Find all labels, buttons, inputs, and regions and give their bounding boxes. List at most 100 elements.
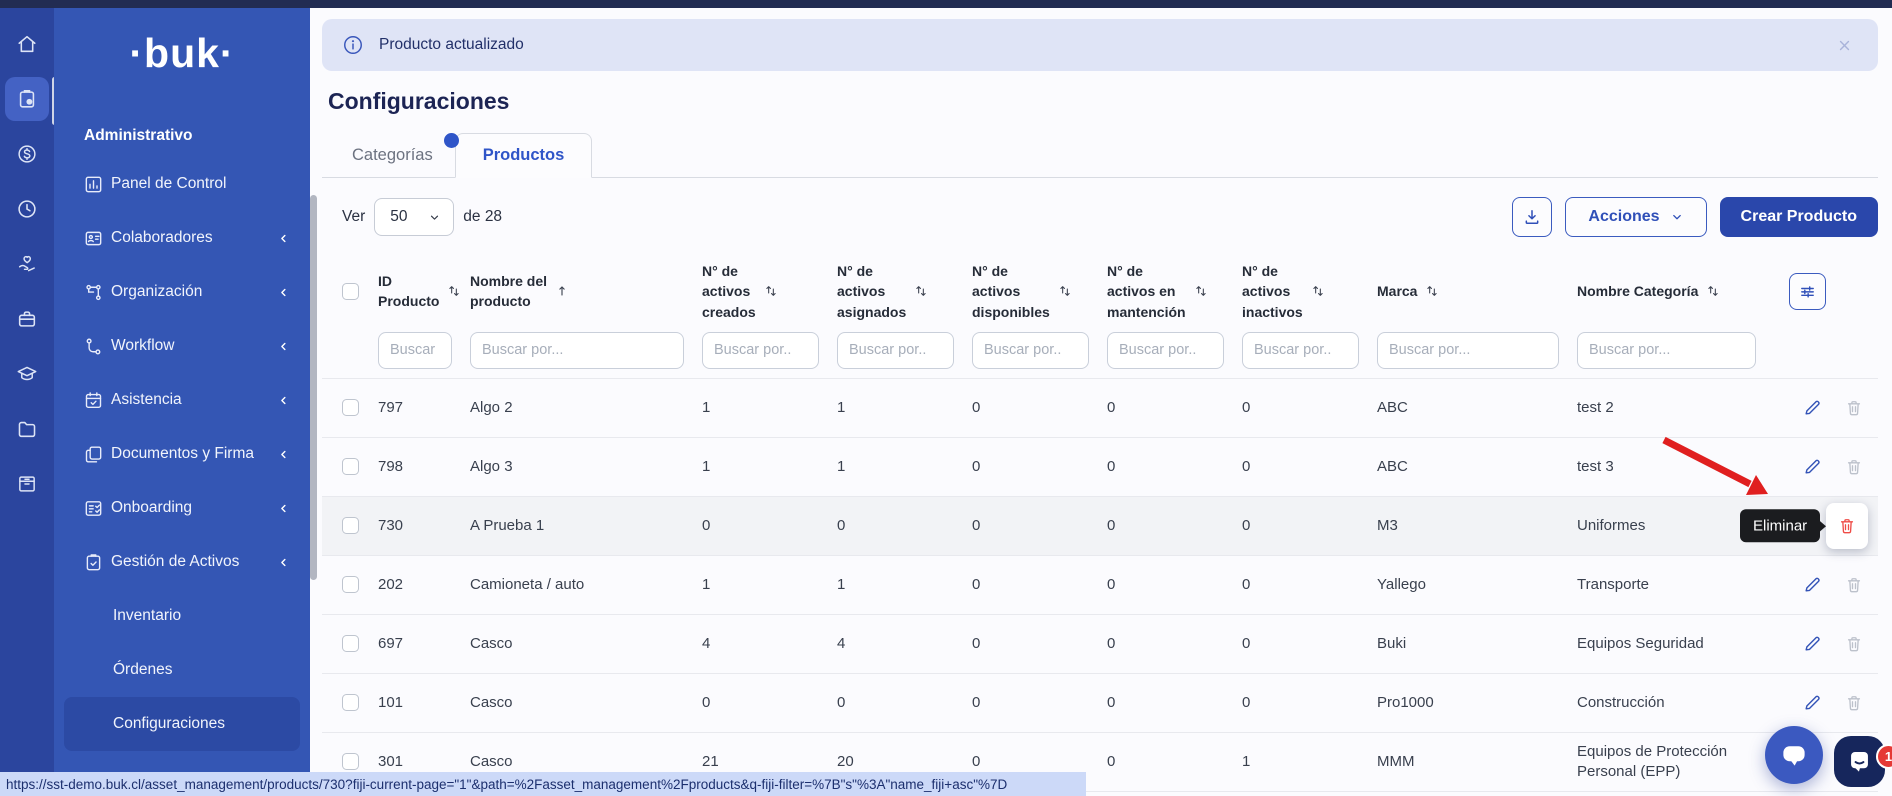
column-header[interactable]: N° de activos disponibles (972, 261, 1107, 322)
chat-launcher-button[interactable] (1765, 726, 1823, 784)
rail-item-clipboard-clock[interactable] (5, 77, 49, 121)
sidebar-item-colaboradores[interactable]: Colaboradores (54, 211, 310, 265)
select-all-checkbox[interactable] (342, 283, 359, 300)
rail-item-home[interactable] (5, 22, 49, 66)
column-filter (378, 332, 470, 369)
rail-item-clock[interactable] (5, 187, 49, 231)
column-search-input[interactable] (470, 332, 684, 369)
sidebar-item-panel-de-control[interactable]: Panel de Control (54, 157, 310, 211)
delete-icon[interactable] (1844, 398, 1864, 418)
page-title: Configuraciones (328, 88, 1878, 115)
row-checkbox[interactable] (342, 458, 359, 475)
column-header[interactable]: ID Producto (378, 271, 470, 312)
close-icon[interactable] (1835, 36, 1854, 55)
pencil-icon[interactable] (1802, 575, 1822, 595)
sidebar-item-organizacion[interactable]: Organización (54, 265, 310, 319)
tab-categorias[interactable]: Categorías (330, 134, 455, 177)
sidebar: ·buk· Administrativo Panel de Control Co… (54, 8, 310, 796)
header-actions-cell (1774, 273, 1878, 310)
table-row[interactable]: 798Algo 311000ABCtest 3 (322, 438, 1878, 497)
row-checkbox[interactable] (342, 753, 359, 770)
column-search-input[interactable] (837, 332, 954, 369)
rail-item-folder[interactable] (5, 407, 49, 451)
column-header[interactable]: N° de activos en mantención (1107, 261, 1242, 322)
sort-both-icon[interactable] (1424, 283, 1440, 299)
row-checkbox[interactable] (342, 576, 359, 593)
tab-productos[interactable]: Productos (455, 133, 593, 178)
table-cell: 0 (837, 693, 972, 713)
rail-item-dollar[interactable] (5, 132, 49, 176)
table-cell: A Prueba 1 (470, 516, 702, 536)
sidebar-item-asistencia[interactable]: Asistencia (54, 373, 310, 427)
table-cell: 202 (378, 575, 470, 595)
table-cell: 1 (1242, 752, 1377, 772)
table-cell: 101 (378, 693, 470, 713)
table-row[interactable]: 697Casco44000BukiEquipos Seguridad (322, 615, 1878, 674)
sidebar-section-label: Administrativo (84, 127, 310, 145)
table-row[interactable]: 101Casco00000Pro1000Construcción (322, 674, 1878, 733)
table-cell: ABC (1377, 398, 1577, 418)
column-header[interactable]: N° de activos asignados (837, 261, 972, 322)
sidebar-subitem-inventario[interactable]: Inventario (64, 589, 300, 643)
column-search-input[interactable] (702, 332, 819, 369)
column-header[interactable]: N° de activos inactivos (1242, 261, 1377, 322)
column-search-input[interactable] (1577, 332, 1756, 369)
rail-item-graduation[interactable] (5, 352, 49, 396)
column-header[interactable]: N° de activos creados (702, 261, 837, 322)
table-cell: 0 (1242, 516, 1377, 536)
row-checkbox[interactable] (342, 635, 359, 652)
rail-item-hand-heart[interactable] (5, 242, 49, 286)
table-row[interactable]: 730A Prueba 100000M3Uniformes Eliminar (322, 497, 1878, 556)
delete-button-hover[interactable] (1826, 503, 1868, 549)
pencil-icon[interactable] (1802, 693, 1822, 713)
column-search-input[interactable] (1377, 332, 1559, 369)
pencil-icon[interactable] (1802, 634, 1822, 654)
trash-icon (1837, 516, 1857, 536)
row-checkbox[interactable] (342, 694, 359, 711)
pencil-icon[interactable] (1802, 398, 1822, 418)
column-header[interactable]: Marca (1377, 281, 1577, 301)
row-checkbox[interactable] (342, 517, 359, 534)
column-search-input[interactable] (972, 332, 1089, 369)
sidebar-subitem-configuraciones[interactable]: Configuraciones (64, 697, 300, 751)
column-header[interactable]: Nombre del producto (470, 271, 702, 312)
row-checkbox[interactable] (342, 399, 359, 416)
sort-both-icon[interactable] (913, 283, 929, 299)
sort-both-icon[interactable] (1705, 283, 1721, 299)
sidebar-subitem-ordenes[interactable]: Órdenes (64, 643, 300, 697)
pencil-icon[interactable] (1802, 457, 1822, 477)
table-row[interactable]: 797Algo 211000ABCtest 2 (322, 379, 1878, 438)
table-cell: 0 (1242, 398, 1377, 418)
sort-both-icon[interactable] (1193, 283, 1209, 299)
table-row[interactable]: 202Camioneta / auto11000YallegoTransport… (322, 556, 1878, 615)
column-search-input[interactable] (1242, 332, 1359, 369)
page-size-select[interactable]: 50 (374, 198, 454, 236)
sort-asc-icon[interactable] (554, 283, 570, 299)
crear-producto-button[interactable]: Crear Producto (1720, 197, 1878, 237)
delete-icon[interactable] (1844, 457, 1864, 477)
delete-icon[interactable] (1844, 575, 1864, 595)
sort-both-icon[interactable] (1057, 283, 1073, 299)
sort-both-icon[interactable] (763, 283, 779, 299)
box-icon (16, 308, 38, 330)
column-settings-button[interactable] (1789, 273, 1826, 310)
rail-item-box[interactable] (5, 297, 49, 341)
sidebar-item-gestion-de-activos[interactable]: Gestión de Activos (54, 535, 310, 589)
delete-icon[interactable] (1844, 693, 1864, 713)
sort-both-icon[interactable] (1310, 283, 1326, 299)
sidebar-item-documentos-y-firma[interactable]: Documentos y Firma (54, 427, 310, 481)
acciones-button[interactable]: Acciones (1565, 197, 1706, 237)
sidebar-scrollbar-thumb[interactable] (310, 195, 317, 580)
info-icon (342, 34, 364, 56)
sidebar-item-onboarding[interactable]: Onboarding (54, 481, 310, 535)
table-cell: 301 (378, 752, 470, 772)
rail-item-cabinet[interactable] (5, 462, 49, 506)
column-search-input[interactable] (1107, 332, 1224, 369)
home-icon (16, 33, 38, 55)
sidebar-item-workflow[interactable]: Workflow (54, 319, 310, 373)
column-header[interactable]: Nombre Categoría (1577, 281, 1774, 301)
download-button[interactable] (1512, 197, 1552, 237)
delete-icon[interactable] (1844, 634, 1864, 654)
sort-both-icon[interactable] (446, 283, 462, 299)
column-search-input[interactable] (378, 332, 452, 369)
